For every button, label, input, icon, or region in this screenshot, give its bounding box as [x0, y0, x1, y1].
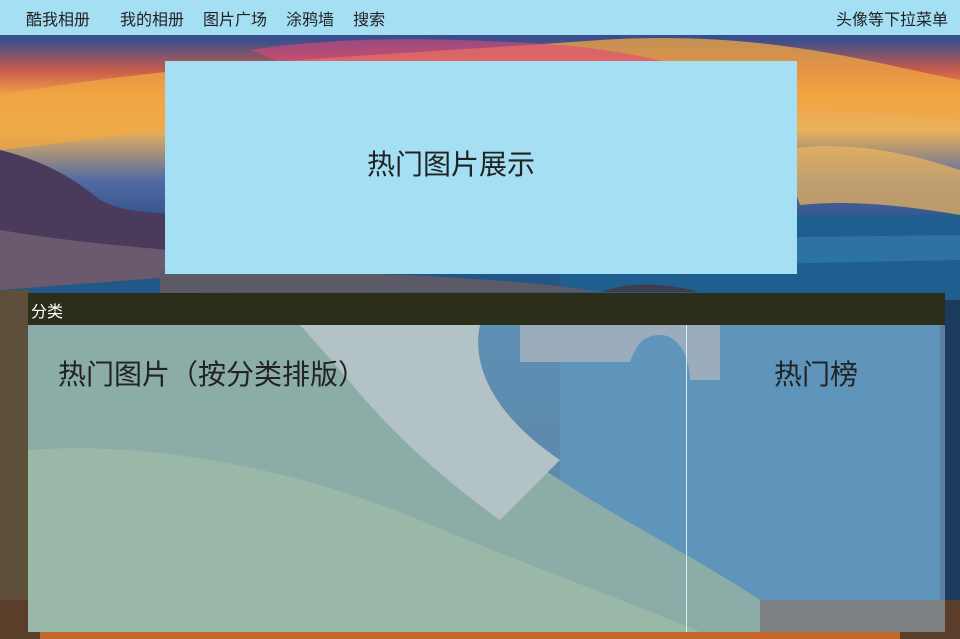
category-panel: 分类 热门图片（按分类排版） 热门榜 [28, 293, 945, 632]
hot-by-category-label: 热门图片（按分类排版） [58, 358, 367, 391]
nav-item-search[interactable]: 搜索 [353, 6, 385, 30]
nav-item-graffiti-wall[interactable]: 涂鸦墙 [286, 6, 334, 30]
category-header: 分类 [28, 293, 945, 325]
avatar-dropdown-menu[interactable]: 头像等下拉菜单 [836, 6, 948, 30]
nav-item-my-albums[interactable]: 我的相册 [120, 6, 184, 30]
hot-ranking-label: 热门榜 [773, 358, 858, 391]
top-navigation-bar: 酷我相册 我的相册 图片广场 涂鸦墙 搜索 头像等下拉菜单 [0, 0, 960, 35]
category-header-label: 分类 [31, 302, 64, 321]
category-body: 热门图片（按分类排版） 热门榜 [28, 325, 945, 632]
hot-pictures-by-category[interactable]: 热门图片（按分类排版） [28, 325, 686, 632]
brand-link[interactable]: 酷我相册 [26, 6, 90, 30]
showcase-title: 热门图片展示 [366, 147, 535, 181]
hot-ranking-list[interactable]: 热门榜 [687, 325, 945, 632]
nav-item-picture-plaza[interactable]: 图片广场 [203, 6, 267, 30]
hot-pictures-showcase[interactable]: 热门图片展示 [165, 61, 797, 274]
